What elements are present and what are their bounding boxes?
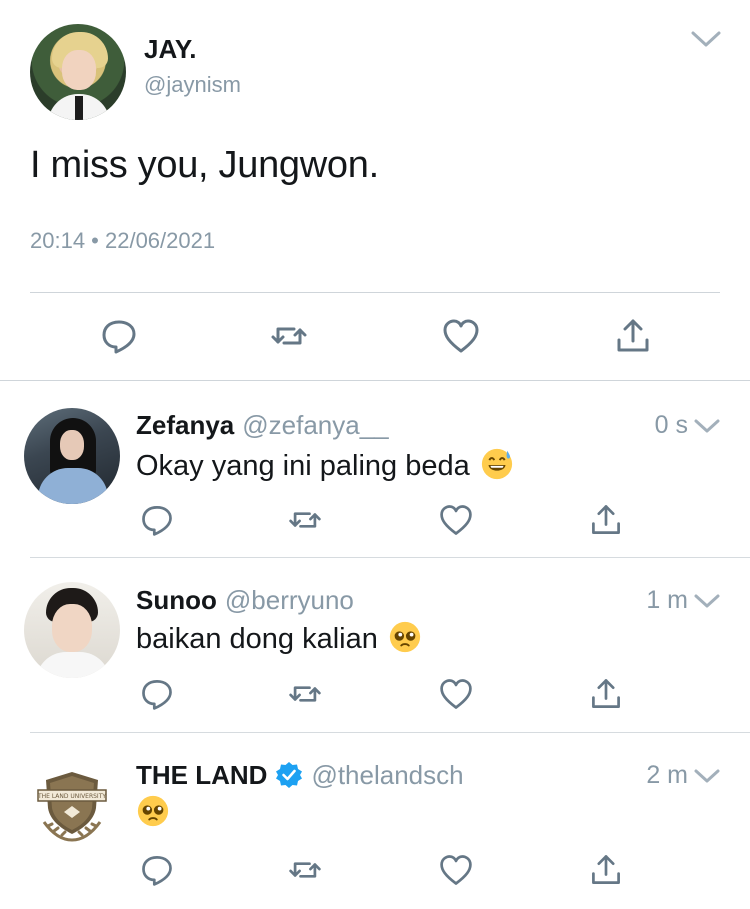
like-icon[interactable] — [438, 852, 474, 888]
reply-author-handle[interactable]: @thelandsch — [311, 760, 463, 790]
author-name[interactable]: JAY. — [144, 34, 197, 65]
reply-text: Okay yang ini paling beda — [136, 449, 514, 484]
reply-actions — [0, 852, 750, 888]
share-icon[interactable] — [588, 852, 624, 888]
grinning-sweat-emoji — [481, 449, 512, 480]
main-tweet: JAY. @jaynism I miss you, Jungwon. 20:14… — [0, 0, 750, 380]
reply-time: 1 m — [646, 586, 688, 614]
like-icon[interactable] — [438, 502, 474, 538]
divider — [30, 292, 720, 293]
share-icon[interactable] — [588, 676, 624, 712]
tweet-text: I miss you, Jungwon. — [30, 144, 379, 186]
avatar[interactable] — [24, 408, 120, 504]
reply-text: baikan dong kalian — [136, 622, 422, 657]
divider — [30, 557, 750, 558]
verified-badge-icon — [276, 762, 303, 789]
reply-actions — [0, 502, 750, 538]
share-icon[interactable] — [613, 316, 653, 356]
reply-author-name[interactable]: Zefanya — [136, 410, 234, 440]
reply-text — [136, 796, 170, 831]
author-avatar[interactable] — [30, 24, 126, 120]
pleading-face-emoji — [389, 622, 420, 653]
retweet-icon[interactable] — [269, 316, 309, 356]
reply-icon[interactable] — [139, 676, 175, 712]
reply-header: Zefanya @zefanya__ — [136, 410, 389, 441]
chevron-down-icon[interactable] — [693, 766, 721, 786]
reply-icon[interactable] — [139, 502, 175, 538]
reply-time: 2 m — [646, 761, 688, 789]
reply-text-content: Okay yang ini paling beda — [136, 450, 470, 482]
tweet-timestamp[interactable]: 20:14 • 22/06/2021 — [30, 228, 215, 254]
reply-author-handle[interactable]: @berryuno — [225, 585, 354, 615]
reply-actions — [0, 676, 750, 712]
retweet-icon[interactable] — [287, 852, 323, 888]
reply-icon[interactable] — [139, 852, 175, 888]
reply-author-handle[interactable]: @zefanya__ — [242, 410, 388, 440]
reply-author-name[interactable]: THE LAND — [136, 760, 267, 790]
share-icon[interactable] — [588, 502, 624, 538]
svg-text:THE LAND UNIVERSITY: THE LAND UNIVERSITY — [37, 793, 106, 800]
chevron-down-icon[interactable] — [690, 28, 722, 50]
chevron-down-icon[interactable] — [693, 416, 721, 436]
like-icon[interactable] — [438, 676, 474, 712]
reply-author-name[interactable]: Sunoo — [136, 585, 217, 615]
avatar[interactable] — [24, 582, 120, 678]
like-icon[interactable] — [441, 316, 481, 356]
divider — [30, 732, 750, 733]
tweet-actions — [0, 316, 750, 356]
divider — [0, 380, 750, 381]
chevron-down-icon[interactable] — [693, 591, 721, 611]
tweet-thread: JAY. @jaynism I miss you, Jungwon. 20:14… — [0, 0, 750, 909]
pleading-face-emoji — [137, 796, 169, 827]
reply-text-content: baikan dong kalian — [136, 623, 378, 655]
reply-header: THE LAND @thelandsch — [136, 760, 464, 791]
reply-icon[interactable] — [99, 316, 139, 356]
university-logo: THE LAND UNIVERSITY — [37, 772, 107, 842]
avatar[interactable]: THE LAND UNIVERSITY — [24, 756, 120, 852]
retweet-icon[interactable] — [287, 502, 323, 538]
reply-time: 0 s — [654, 411, 688, 439]
retweet-icon[interactable] — [287, 676, 323, 712]
author-handle[interactable]: @jaynism — [144, 72, 241, 98]
reply-header: Sunoo @berryuno — [136, 585, 354, 616]
